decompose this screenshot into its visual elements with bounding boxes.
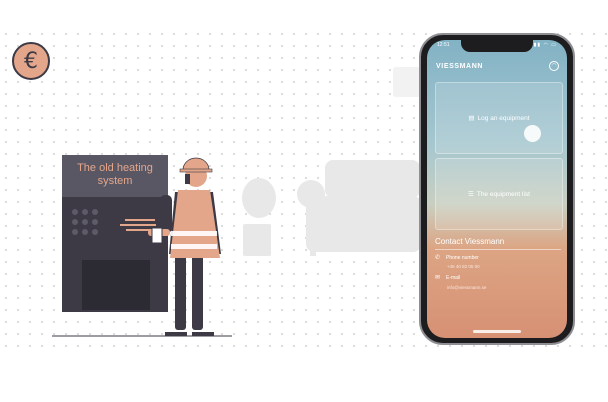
boiler-door (82, 260, 150, 310)
home-indicator (473, 330, 521, 333)
presentation-slide: € The old heating system 12:51 ▮▮ ◠ ▭ VI… (0, 0, 608, 402)
ghost-app-card (393, 67, 421, 97)
app-screen: 12:51 ▮▮ ◠ ▭ VIESSMANN ◠ ▤ Log an equipm… (427, 40, 567, 338)
equipment-list-icon: ☰ (468, 191, 474, 198)
clipboard-icon (151, 227, 163, 244)
ghost-furniture (242, 160, 421, 256)
phone-icon: ✆ (435, 255, 441, 261)
status-icons: ▮▮ ◠ ▭ (533, 42, 557, 48)
phone-value[interactable]: +46 40 82 05 00 (447, 264, 480, 269)
contact-divider (435, 249, 561, 250)
smartphone: 12:51 ▮▮ ◠ ▭ VIESSMANN ◠ ▤ Log an equipm… (419, 33, 575, 345)
hard-hat-icon (182, 157, 210, 171)
equipment-list-label: The equipment list (476, 190, 530, 198)
phone-row[interactable]: ✆ Phone number (435, 254, 479, 262)
touch-indicator (524, 125, 541, 142)
boiler-label: The old heating system (77, 162, 153, 187)
contact-heading: Contact Viessmann (435, 237, 505, 246)
log-equipment-icon: ▤ (468, 115, 475, 122)
ghost-sofa-seat (306, 196, 421, 252)
email-value[interactable]: info@viessmann.se (447, 285, 486, 290)
boiler-buttons (72, 209, 98, 235)
email-label: E-mail (446, 274, 461, 281)
brand-logo: VIESSMANN (436, 63, 484, 70)
email-icon: ✉ (435, 275, 441, 281)
email-row[interactable]: ✉ E-mail (435, 274, 461, 282)
phone-notch (461, 40, 533, 52)
log-equipment-label: Log an equipment (477, 114, 530, 122)
ghost-plant-leaves (242, 178, 276, 218)
phone-label: Phone number (446, 254, 479, 261)
ghost-plant-pot (243, 224, 271, 256)
equipment-list-card[interactable]: ☰ The equipment list (435, 158, 563, 230)
ghost-sofa-back (325, 160, 420, 198)
status-time: 12:51 (437, 42, 450, 48)
user-icon[interactable]: ◠ (549, 61, 559, 71)
ghost-sofa-leg (310, 250, 316, 256)
log-equipment-card[interactable]: ▤ Log an equipment (435, 82, 563, 154)
